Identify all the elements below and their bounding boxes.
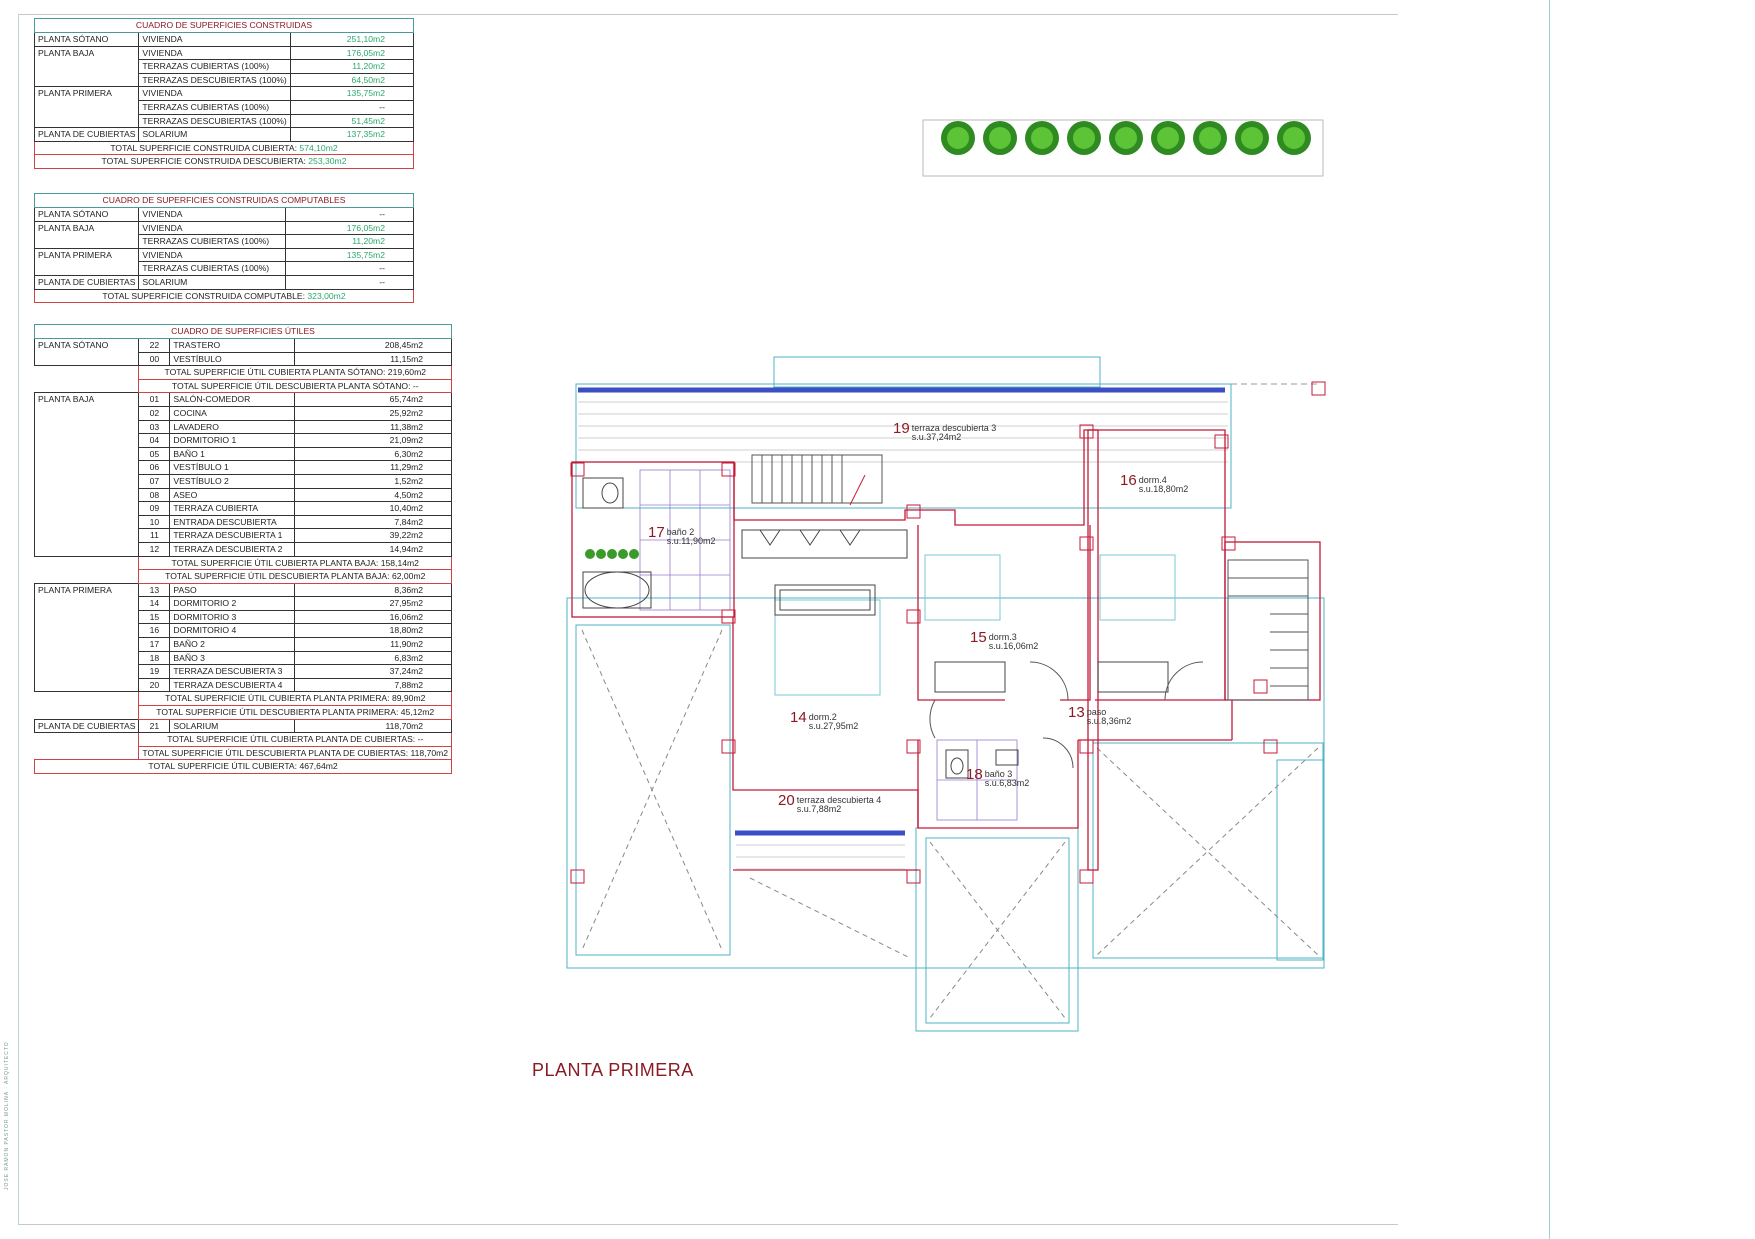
room-label-14: 14 dorm.2 s.u.27,95m2 [790,710,859,731]
room-area: s.u.18,80m2 [1138,484,1189,494]
floor-plan [566,119,1326,1032]
room-number: 15 [970,629,987,646]
room-area: s.u.37,24m2 [911,432,962,442]
room-label-20: 20 terraza descubierta 4 s.u.7,88m2 [778,793,881,814]
room-label-13: 13 paso s.u.8,36m2 [1068,705,1132,726]
plan-title: PLANTA PRIMERA [532,1060,694,1080]
room-area: s.u.8,36m2 [1086,716,1132,726]
room-label-19: 19 terraza descubierta 3 s.u.37,24m2 [893,421,996,442]
room-number: 14 [790,709,807,726]
room-area: s.u.11,90m2 [666,536,716,546]
room-label-18: 18 baño 3 s.u.6,83m2 [966,767,1030,788]
room-area: s.u.27,95m2 [808,721,859,731]
room-number: 16 [1120,472,1137,489]
structural-column-markers [570,381,1326,884]
room-number: 20 [778,792,795,809]
hedge-trees [585,121,1311,559]
room-number: 13 [1068,704,1085,721]
room-area: s.u.16,06m2 [988,641,1039,651]
room-label-17: 17 baño 2 s.u.11,90m2 [648,525,716,546]
room-label-15: 15 dorm.3 s.u.16,06m2 [970,630,1039,651]
room-label-16: 16 dorm.4 s.u.18,80m2 [1120,473,1189,494]
room-area: s.u.7,88m2 [796,804,842,814]
room-number: 18 [966,766,983,783]
room-number: 19 [893,420,910,437]
room-area: s.u.6,83m2 [984,778,1030,788]
room-number: 17 [648,524,665,541]
